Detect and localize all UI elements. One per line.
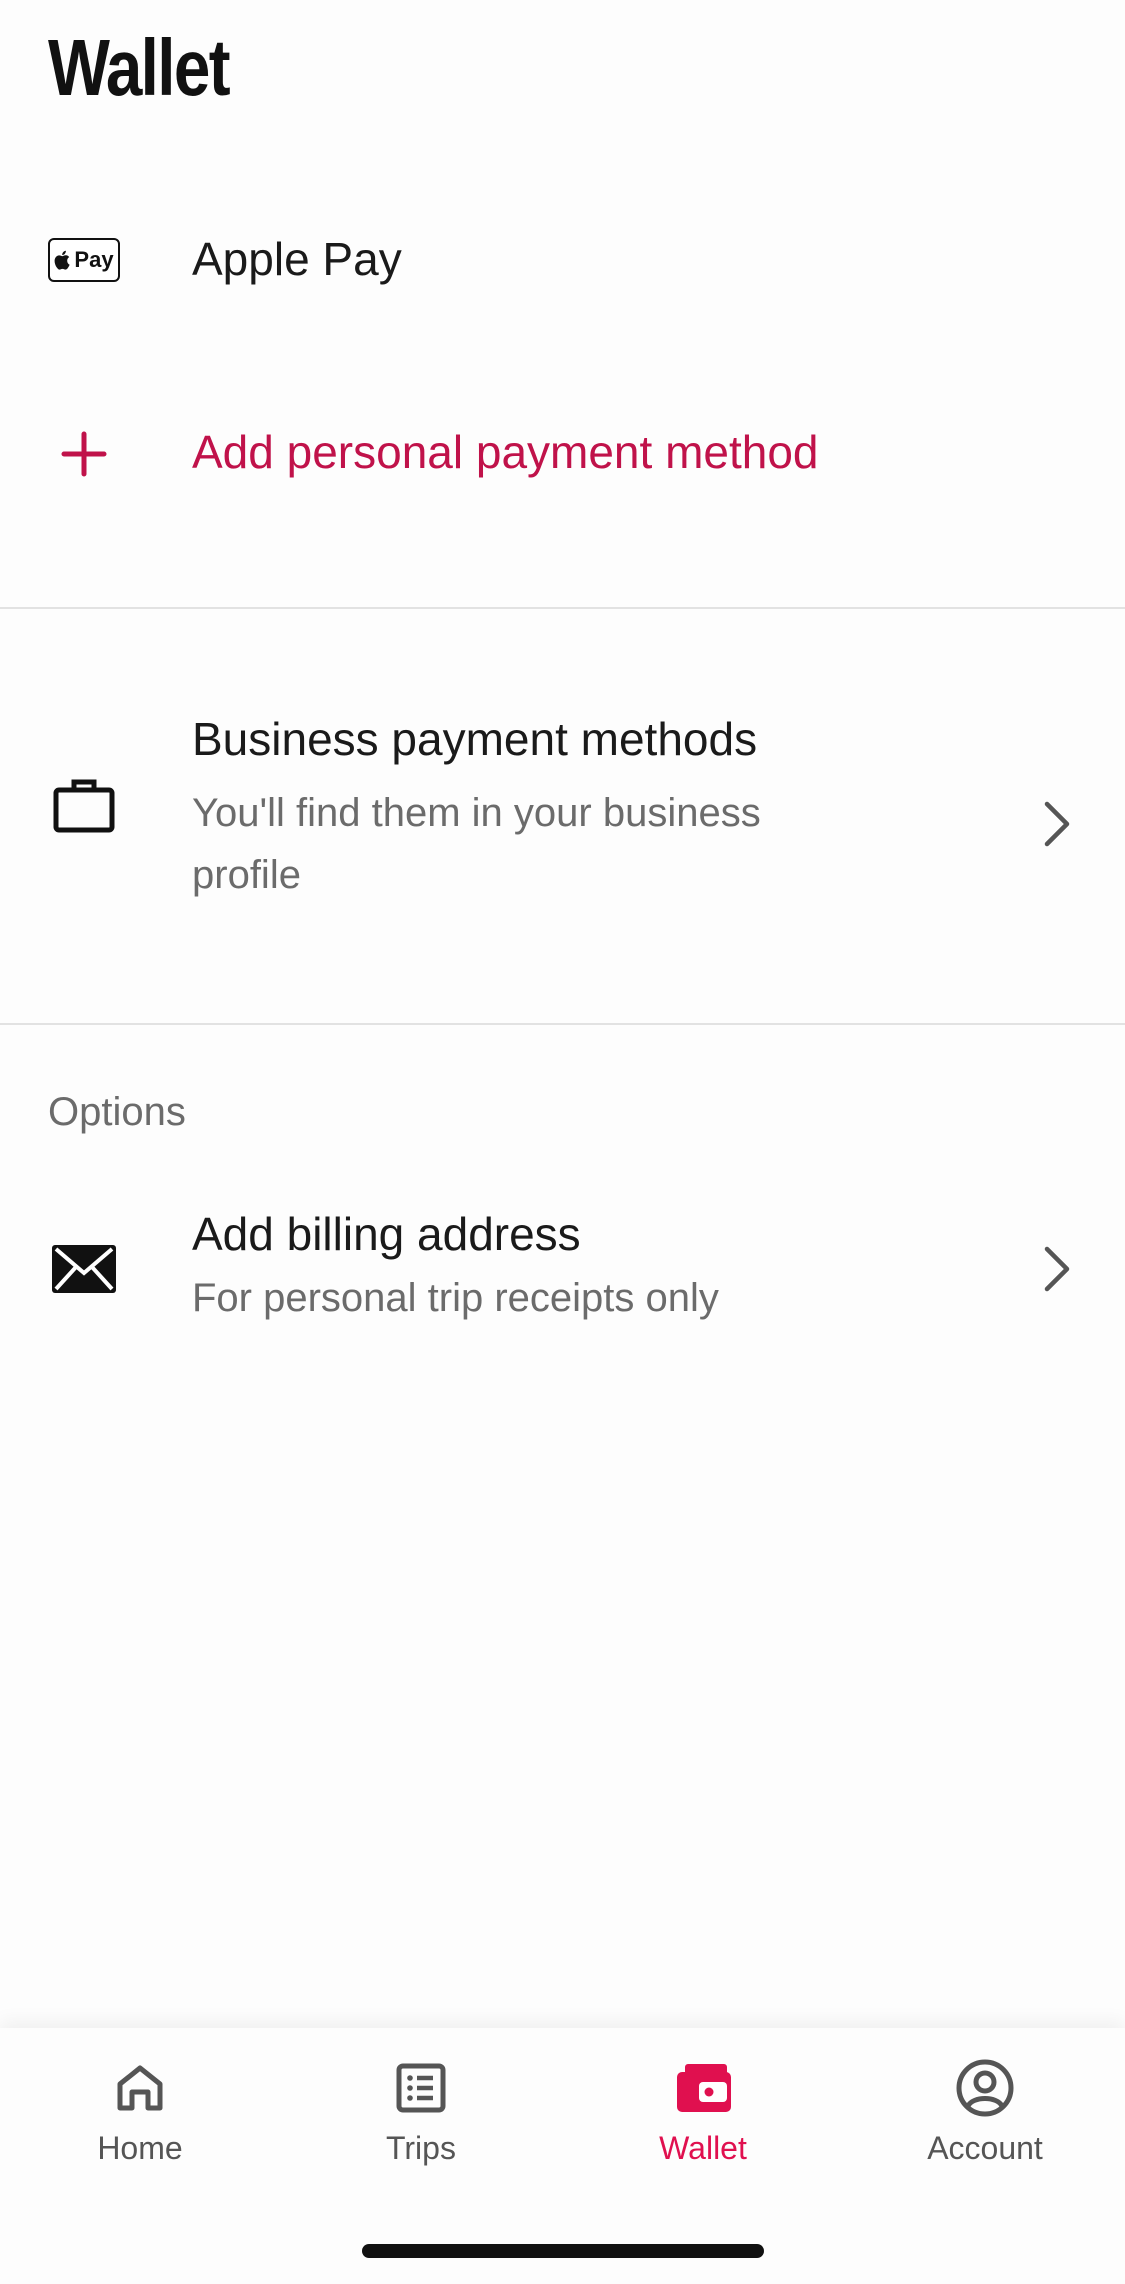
page-title: Wallet: [48, 23, 231, 112]
nav-home-label: Home: [97, 2130, 183, 2166]
add-billing-address-row[interactable]: Add billing address For personal trip re…: [0, 1195, 1125, 1345]
nav-trips-label: Trips: [386, 2130, 456, 2166]
chevron-right-icon: [1037, 1239, 1077, 1299]
divider: [0, 1023, 1125, 1025]
divider: [0, 607, 1125, 609]
wallet-icon: [671, 2056, 735, 2120]
list-icon: [389, 2056, 453, 2120]
home-icon: [108, 2056, 172, 2120]
nav-trips-tab[interactable]: Trips: [321, 2056, 521, 2196]
apple-pay-icon: Pay: [48, 238, 120, 282]
briefcase-icon: [48, 770, 120, 842]
add-personal-payment-button[interactable]: Add personal payment method: [0, 400, 1125, 510]
add-personal-payment-label: Add personal payment method: [192, 426, 819, 478]
account-icon: [953, 2056, 1017, 2120]
apple-pay-label: Apple Pay: [192, 233, 402, 285]
home-indicator: [362, 2244, 764, 2258]
plus-icon: [48, 418, 120, 490]
billing-address-subtitle: For personal trip receipts only: [192, 1276, 719, 1320]
business-payment-subtitle: You'll find them in your business profil…: [192, 791, 761, 897]
nav-home-tab[interactable]: Home: [40, 2056, 240, 2196]
nav-wallet-label: Wallet: [659, 2130, 747, 2166]
nav-account-tab[interactable]: Account: [885, 2056, 1085, 2196]
options-section-label: Options: [48, 1090, 186, 1134]
business-payment-methods-row[interactable]: Business payment methods You'll find the…: [0, 700, 1125, 930]
envelope-icon: [48, 1233, 120, 1305]
nav-account-label: Account: [927, 2130, 1043, 2166]
chevron-right-icon: [1037, 794, 1077, 854]
nav-wallet-tab[interactable]: Wallet: [603, 2056, 803, 2196]
apple-pay-badge-text: Pay: [74, 247, 114, 272]
business-payment-title: Business payment methods: [192, 713, 758, 765]
apple-pay-row[interactable]: Pay Apple Pay: [0, 210, 1125, 310]
billing-address-title: Add billing address: [192, 1208, 581, 1260]
